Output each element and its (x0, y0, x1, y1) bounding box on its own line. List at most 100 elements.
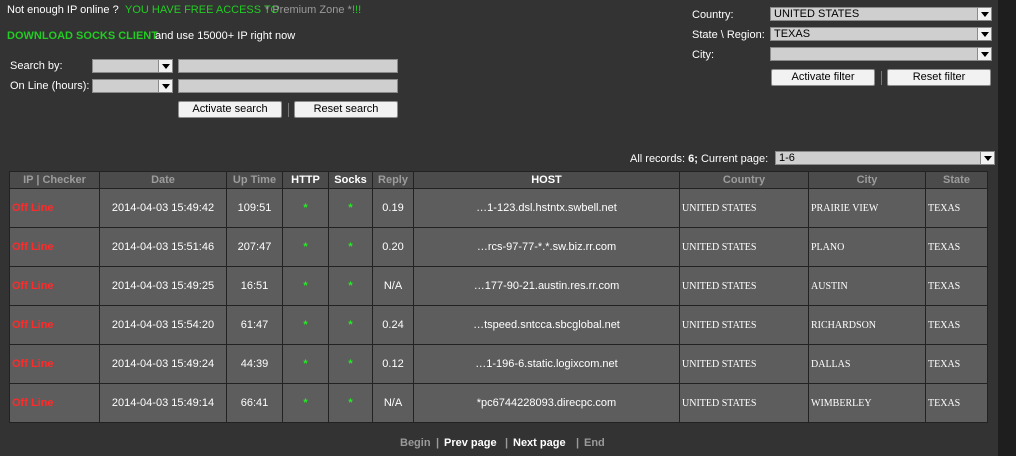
reply-cell: N/A (373, 267, 413, 305)
socks-cell: * (329, 267, 372, 305)
http-cell: * (283, 267, 328, 305)
chevron-down-icon (980, 152, 994, 164)
activate-filter-button[interactable]: Activate filter (771, 69, 875, 86)
country-select[interactable]: UNITED STATES (770, 7, 992, 21)
col-reply[interactable]: Reply (373, 172, 413, 188)
http-cell: * (283, 306, 328, 344)
uptime-cell: 66:41 (227, 384, 282, 422)
records-count: 6; (688, 153, 698, 165)
records-prefix: All records: (630, 153, 686, 165)
region-label: State \ Region: (692, 29, 765, 41)
date-cell: 2014-04-03 15:49:24 (100, 345, 226, 383)
table-row: Off Line 2014-04-03 15:51:46 207:47 * * … (10, 228, 987, 266)
date-cell: 2014-04-03 15:49:25 (100, 267, 226, 305)
pager-separator: | (505, 437, 509, 449)
http-cell: * (283, 189, 328, 227)
col-http[interactable]: HTTP (283, 172, 328, 188)
country-cell: UNITED STATES (680, 306, 808, 344)
activate-search-button[interactable]: Activate search (178, 101, 282, 118)
chevron-down-icon (977, 28, 991, 40)
online-hours-label: On Line (hours): (10, 80, 90, 92)
pager-prev[interactable]: Prev page (444, 437, 497, 449)
reply-cell: 0.19 (373, 189, 413, 227)
host-cell: …177-90-21.austin.res.rr.com (414, 267, 679, 305)
city-cell: DALLAS (809, 345, 925, 383)
status-cell[interactable]: Off Line (10, 189, 99, 227)
premium-zone-link[interactable]: * Premium Zone * (265, 4, 352, 16)
button-divider (288, 103, 289, 117)
state-cell: TEXAS (926, 189, 987, 227)
uptime-cell: 61:47 (227, 306, 282, 344)
date-cell: 2014-04-03 15:54:20 (100, 306, 226, 344)
pager-begin[interactable]: Begin (400, 437, 431, 449)
col-city[interactable]: City (809, 172, 925, 188)
host-cell: …1-196-6.static.logixcom.net (414, 345, 679, 383)
table-row: Off Line 2014-04-03 15:54:20 61:47 * * 0… (10, 306, 987, 344)
pager-end[interactable]: End (584, 437, 605, 449)
http-cell: * (283, 228, 328, 266)
table-row: Off Line 2014-04-03 15:49:14 66:41 * * N… (10, 384, 987, 422)
table-header-row: IP | Checker Date Up Time HTTP Socks Rep… (10, 172, 987, 188)
socks-cell: * (329, 189, 372, 227)
region-select[interactable]: TEXAS (770, 27, 992, 41)
pager-separator: | (436, 437, 440, 449)
right-edge-bar (998, 0, 1016, 456)
col-state[interactable]: State (926, 172, 987, 188)
city-cell: WIMBERLEY (809, 384, 925, 422)
http-cell: * (283, 384, 328, 422)
download-rest-text: and use 15000+ IP right now (155, 30, 296, 42)
col-ip-checker[interactable]: IP | Checker (10, 172, 99, 188)
reply-cell: 0.20 (373, 228, 413, 266)
col-country[interactable]: Country (680, 172, 808, 188)
table-row: Off Line 2014-04-03 15:49:25 16:51 * * N… (10, 267, 987, 305)
search-input[interactable] (178, 59, 398, 73)
city-cell: PRAIRIE VIEW (809, 189, 925, 227)
chevron-down-icon (158, 80, 172, 92)
online-hours-select[interactable] (92, 79, 173, 93)
country-value: UNITED STATES (774, 8, 860, 20)
status-cell[interactable]: Off Line (10, 306, 99, 344)
date-cell: 2014-04-03 15:49:42 (100, 189, 226, 227)
city-label: City: (692, 49, 714, 61)
host-cell: …tspeed.sntcca.sbcglobal.net (414, 306, 679, 344)
search-by-select[interactable] (92, 59, 173, 73)
col-uptime[interactable]: Up Time (227, 172, 282, 188)
socks-cell: * (329, 384, 372, 422)
status-cell[interactable]: Off Line (10, 228, 99, 266)
status-cell[interactable]: Off Line (10, 384, 99, 422)
table-row: Off Line 2014-04-03 15:49:42 109:51 * * … (10, 189, 987, 227)
col-socks[interactable]: Socks (329, 172, 372, 188)
chevron-down-icon (977, 8, 991, 20)
records-summary: All records: 6; Current page: (630, 153, 768, 165)
date-cell: 2014-04-03 15:49:14 (100, 384, 226, 422)
host-cell: *pc6744228093.direcpc.com (414, 384, 679, 422)
reply-cell: 0.12 (373, 345, 413, 383)
city-cell: AUSTIN (809, 267, 925, 305)
country-cell: UNITED STATES (680, 267, 808, 305)
reset-filter-button[interactable]: Reset filter (887, 69, 991, 86)
proxy-table: IP | Checker Date Up Time HTTP Socks Rep… (9, 171, 988, 423)
http-cell: * (283, 345, 328, 383)
status-cell[interactable]: Off Line (10, 345, 99, 383)
download-socks-client-link[interactable]: DOWNLOAD SOCKS CLIENT (7, 30, 158, 42)
free-access-text: YOU HAVE FREE ACCESS TO (125, 4, 280, 16)
current-page-select[interactable]: 1-6 (775, 151, 995, 165)
chevron-down-icon (158, 60, 172, 72)
not-enough-ip-text: Not enough IP online ? (7, 4, 119, 16)
col-host[interactable]: HOST (414, 172, 679, 188)
country-cell: UNITED STATES (680, 189, 808, 227)
online-hours-input[interactable] (178, 79, 398, 93)
reply-cell: N/A (373, 384, 413, 422)
col-date[interactable]: Date (100, 172, 226, 188)
table-row: Off Line 2014-04-03 15:49:24 44:39 * * 0… (10, 345, 987, 383)
pager-next[interactable]: Next page (513, 437, 566, 449)
status-cell[interactable]: Off Line (10, 267, 99, 305)
city-select[interactable] (770, 47, 992, 61)
state-cell: TEXAS (926, 267, 987, 305)
reset-search-button[interactable]: Reset search (294, 101, 398, 118)
search-by-label: Search by: (10, 60, 63, 72)
uptime-cell: 109:51 (227, 189, 282, 227)
country-cell: UNITED STATES (680, 384, 808, 422)
host-cell: …rcs-97-77-*.*.sw.biz.rr.com (414, 228, 679, 266)
date-cell: 2014-04-03 15:51:46 (100, 228, 226, 266)
